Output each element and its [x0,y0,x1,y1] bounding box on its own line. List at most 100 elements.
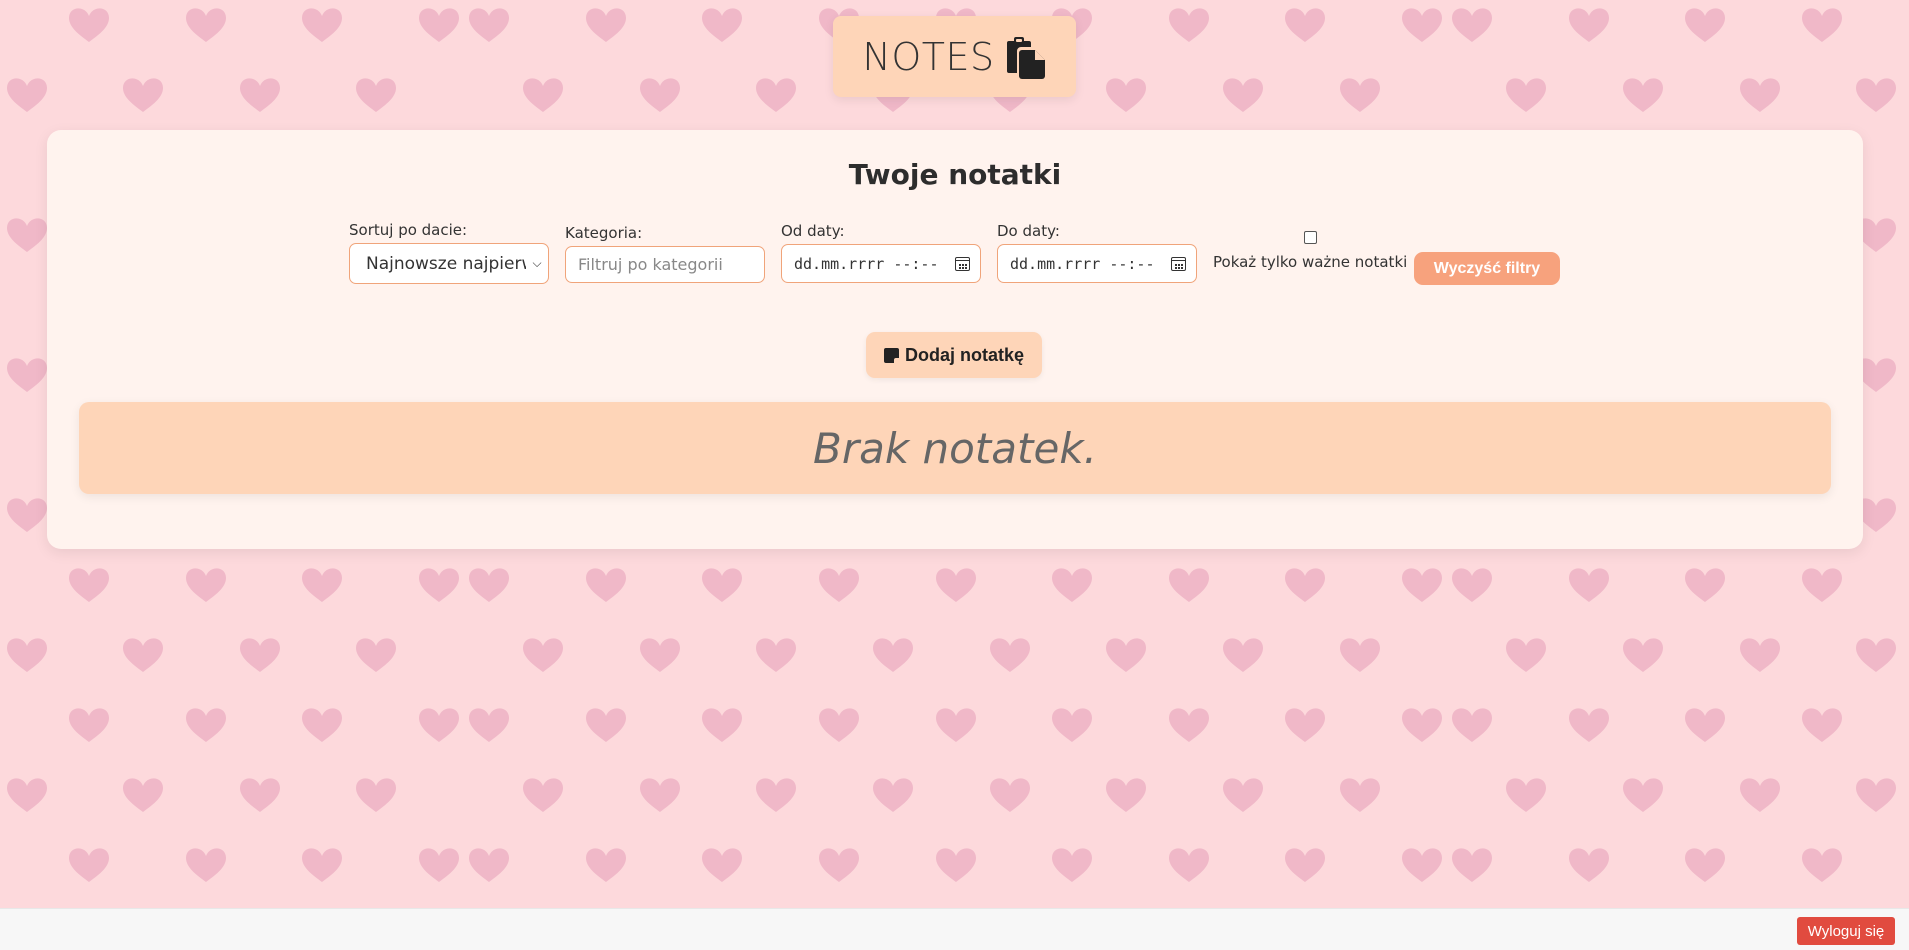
heart-icon [419,708,459,742]
add-note-button[interactable]: Dodaj notatkę [866,332,1042,378]
app-title: NOTES [862,34,995,79]
clear-filters-button[interactable]: Wyczyść filtry [1414,252,1560,285]
sort-label: Sortuj po dacie: [349,221,468,239]
date-to-value: dd.mm.rrrr --:-- [1010,254,1155,273]
heart-icon [586,8,626,43]
sort-select-value: Najnowsze najpierw [366,253,526,274]
heart-icon [756,638,796,672]
date-from-label: Od daty: [781,222,845,240]
heart-icon [586,708,626,742]
heart-icon [123,78,163,112]
heart-icon [419,848,459,882]
heart-icon [1569,848,1609,882]
calendar-icon[interactable] [1171,256,1186,271]
heart-icon [69,708,109,742]
important-only-label[interactable]: Pokaż tylko ważne notatki [1213,253,1407,271]
heart-icon [1285,8,1325,43]
heart-icon [756,78,796,112]
heart-icon [419,568,459,602]
heart-icon [1856,638,1896,672]
heart-icon [523,638,563,672]
heart-icon [7,218,47,252]
heart-icon [1223,778,1263,812]
category-input[interactable] [565,246,765,283]
date-from-value: dd.mm.rrrr --:-- [794,254,939,273]
heart-icon [1452,708,1492,742]
heart-icon [186,708,226,742]
heart-icon [586,568,626,602]
add-note-label: Dodaj notatkę [904,344,1024,365]
heart-icon [1856,78,1896,112]
heart-icon [640,638,680,672]
heart-icon [1169,568,1209,602]
heart-icon [1506,78,1546,112]
important-only-checkbox[interactable] [1304,231,1317,244]
heart-icon [702,568,742,602]
heart-icon [69,8,109,43]
heart-icon [1052,568,1092,602]
heart-icon [1623,638,1663,672]
heart-icon [1506,778,1546,812]
calendar-icon[interactable] [955,256,970,271]
heart-icon [69,568,109,602]
heart-icon [1285,568,1325,602]
heart-icon [7,498,47,532]
heart-icon [1340,638,1380,672]
sticky-note-icon [883,347,899,363]
sort-select[interactable]: Najnowsze najpierw ⌵ [349,243,549,284]
heart-icon [240,78,280,112]
heart-icon [186,8,226,43]
logout-button[interactable]: Wyloguj się [1797,917,1895,945]
heart-icon [1569,8,1609,43]
heart-icon [469,568,509,602]
heart-icon [1856,778,1896,812]
heart-icon [240,638,280,672]
footer-bar: Wyloguj się [0,908,1909,950]
heart-icon [990,778,1030,812]
heart-icon [302,848,342,882]
heart-icon [240,778,280,812]
heart-icon [936,568,976,602]
heart-icon [419,8,459,43]
heart-icon [1402,568,1442,602]
chevron-down-icon: ⌵ [532,256,542,270]
heart-icon [1569,568,1609,602]
heart-icon [1052,848,1092,882]
heart-icon [936,708,976,742]
heart-icon [1740,638,1780,672]
heart-icon [302,708,342,742]
heart-icon [1623,778,1663,812]
heart-icon [469,848,509,882]
heart-icon [1169,8,1209,43]
heart-icon [873,778,913,812]
heart-icon [1623,78,1663,112]
heart-icon [1452,848,1492,882]
date-to-label: Do daty: [997,222,1060,240]
heart-icon [873,638,913,672]
heart-icon [523,78,563,112]
heart-icon [1340,78,1380,112]
heart-icon [1169,848,1209,882]
heart-icon [936,848,976,882]
heart-icon [1685,848,1725,882]
heart-icon [1452,8,1492,43]
heart-icon [1569,708,1609,742]
heart-icon [302,568,342,602]
date-to-input[interactable]: dd.mm.rrrr --:-- [997,244,1197,283]
heart-icon [1802,708,1842,742]
heart-icon [1285,848,1325,882]
heart-icon [1685,8,1725,43]
heart-icon [702,848,742,882]
heart-icon [7,638,47,672]
heart-icon [356,638,396,672]
heart-icon [1285,708,1325,742]
panel-heading: Twoje notatki [848,158,1062,191]
heart-icon [1740,78,1780,112]
heart-icon [123,778,163,812]
heart-icon [186,568,226,602]
heart-icon [123,638,163,672]
heart-icon [69,848,109,882]
heart-icon [1740,778,1780,812]
heart-icon [1452,568,1492,602]
date-from-input[interactable]: dd.mm.rrrr --:-- [781,244,981,283]
